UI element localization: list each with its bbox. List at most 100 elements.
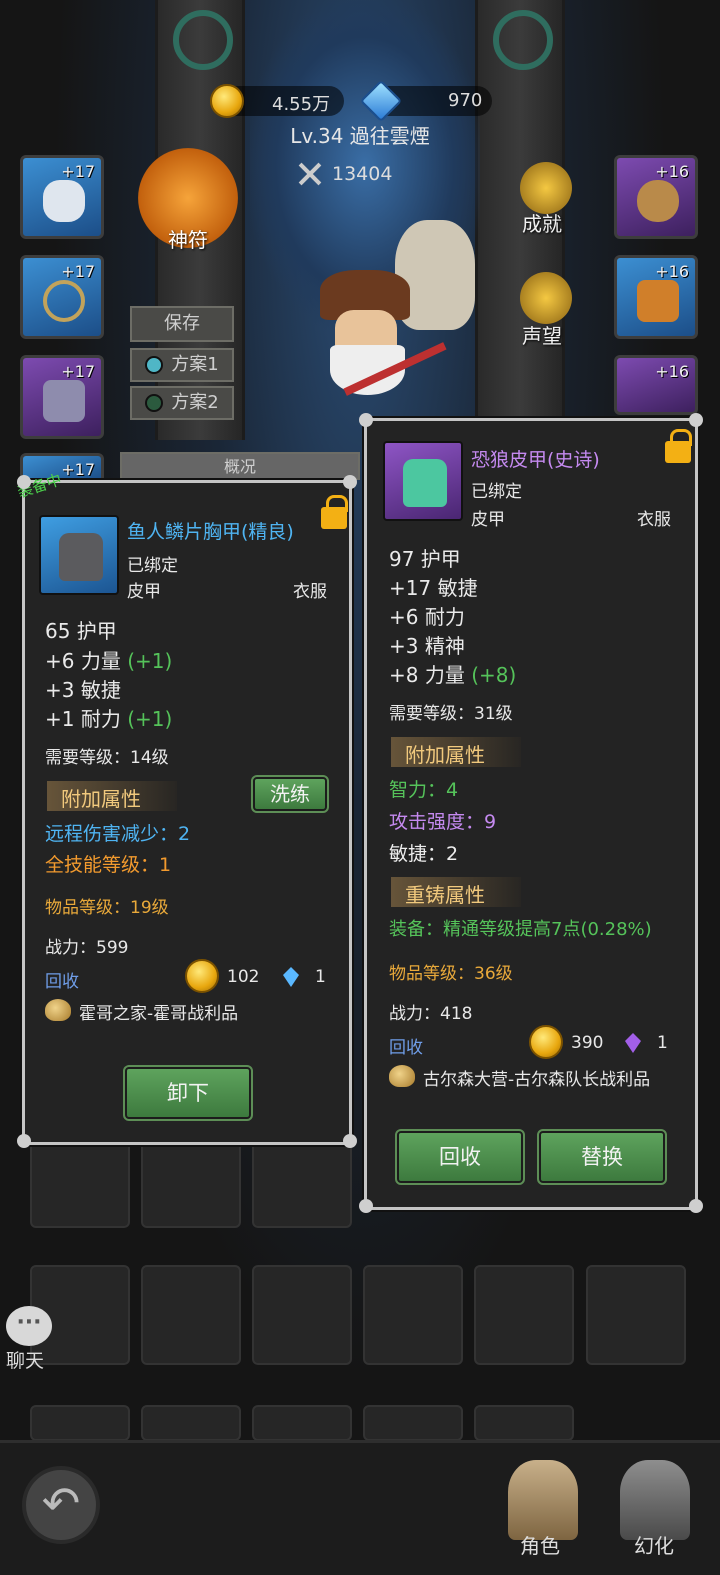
enhance-level: +16: [655, 362, 689, 381]
replace-button[interactable]: 替换: [537, 1129, 667, 1185]
crossed-swords-icon: [296, 160, 324, 188]
equip-slot-weapon[interactable]: +16: [614, 155, 698, 239]
player-level-name: Lv.34 過往雲煙: [290, 124, 430, 148]
radio-icon: [145, 356, 164, 374]
lock-icon[interactable]: [321, 495, 348, 529]
equip-slot-cloak[interactable]: +16: [614, 255, 698, 339]
equip-slot-helmet[interactable]: +17: [20, 155, 104, 239]
reputation-icon[interactable]: [520, 272, 572, 324]
shoulder-icon: [43, 380, 85, 422]
plan2-label: 方案2: [171, 392, 219, 413]
chat-bubble-icon[interactable]: [6, 1306, 52, 1346]
inventory-cell[interactable]: [363, 1405, 463, 1441]
hero-character: [290, 220, 475, 430]
inventory-cell[interactable]: [141, 1405, 241, 1441]
stat-line: +6 耐力: [389, 601, 465, 630]
radio-icon: [145, 394, 164, 412]
enhance-level: +16: [655, 262, 689, 281]
chest-armor-icon: [403, 459, 447, 507]
inventory-cell[interactable]: [586, 1265, 686, 1365]
card-corner: [359, 413, 373, 427]
item-level: 物品等级：19级: [45, 898, 169, 918]
unequip-button[interactable]: 卸下: [123, 1065, 253, 1121]
extra-attributes-title: 附加属性: [47, 781, 177, 811]
extra-attributes-title: 附加属性: [391, 737, 521, 767]
stat-base: +17 敏捷: [389, 576, 478, 600]
recycle-coins: 390: [571, 1033, 604, 1053]
gold-amount: 4.55万: [272, 94, 331, 115]
stat-bonus: (+1): [127, 649, 173, 673]
inventory-cell[interactable]: [474, 1265, 574, 1365]
stat-base: +3 敏捷: [45, 678, 121, 702]
card-corner: [17, 475, 31, 489]
recycle-link[interactable]: 回收: [45, 967, 79, 992]
extra-stat: 全技能等级：1: [45, 854, 172, 876]
refine-button[interactable]: 洗练: [251, 775, 329, 813]
item-name: 鱼人鳞片胸甲(精良): [127, 521, 294, 543]
enhance-level: +17: [61, 162, 95, 181]
plan1-option[interactable]: 方案1: [130, 348, 234, 382]
armor-value: 97 护甲: [389, 547, 461, 571]
equip-slot-type: 衣服: [637, 510, 671, 530]
armor-type: 皮甲: [471, 510, 505, 530]
transform-helmet-icon[interactable]: [620, 1460, 690, 1540]
rune-label: 神符: [168, 228, 208, 252]
diamond-icon: [625, 1033, 641, 1053]
bottom-nav: [0, 1440, 720, 1575]
stat-base: +8 力量: [389, 663, 465, 687]
equip-slot-type: 衣服: [293, 582, 327, 602]
save-button[interactable]: 保存: [130, 306, 234, 342]
achievement-label: 成就: [522, 212, 562, 236]
nav-character-label[interactable]: 角色: [520, 1530, 560, 1559]
item-power: 战力：599: [45, 938, 129, 958]
inventory-cell[interactable]: [363, 1265, 463, 1365]
inventory-cell[interactable]: [141, 1265, 241, 1365]
stat-base: +6 耐力: [389, 605, 465, 629]
rune-icon: [493, 10, 553, 70]
card-corner: [343, 475, 357, 489]
chat-label[interactable]: 聊天: [6, 1346, 44, 1373]
reputation-label: 声望: [522, 324, 562, 348]
recycle-button[interactable]: 回收: [395, 1129, 525, 1185]
recycle-link[interactable]: 回收: [389, 1033, 423, 1058]
achievement-icon[interactable]: [520, 162, 572, 214]
armor-type: 皮甲: [127, 582, 161, 602]
inventory-cell[interactable]: [30, 1405, 130, 1441]
cloak-icon: [637, 280, 679, 322]
item-icon: [39, 515, 119, 595]
stat-line: +3 精神: [389, 630, 465, 659]
enhance-level: +17: [61, 362, 95, 381]
recycle-gems: 1: [657, 1033, 668, 1053]
rune-button[interactable]: 神符: [138, 148, 238, 252]
inventory-cell[interactable]: [252, 1405, 352, 1441]
enhance-level: +17: [61, 262, 95, 281]
inventory-cell[interactable]: [474, 1405, 574, 1441]
extra-stat: 智力：4: [389, 779, 459, 801]
equip-slot-boots[interactable]: +16: [614, 355, 698, 415]
recycle-gems: 1: [315, 967, 326, 987]
item-name: 恐狼皮甲(史诗): [471, 449, 600, 471]
stat-line: +6 力量 (+1): [45, 645, 172, 674]
plan1-label: 方案1: [171, 354, 219, 375]
equip-slot-necklace[interactable]: +17: [20, 255, 104, 339]
plan2-option[interactable]: 方案2: [130, 386, 234, 420]
character-helmet-icon[interactable]: [508, 1460, 578, 1540]
card-corner: [689, 413, 703, 427]
extra-stat: 远程伤害减少：2: [45, 823, 191, 845]
lock-icon[interactable]: [665, 429, 692, 463]
tab-overview[interactable]: 概况: [120, 452, 360, 480]
enhance-level: +16: [655, 162, 689, 181]
equipped-item-card: 装备中 鱼人鳞片胸甲(精良) 已绑定 皮甲 衣服 65 护甲 +6 力量 (+1…: [15, 470, 357, 1148]
equip-slot-shoulder[interactable]: +17: [20, 355, 104, 439]
item-source: 古尔森大营-古尔森队长战利品: [423, 1070, 651, 1090]
back-arrow-icon[interactable]: [22, 1466, 100, 1544]
necklace-icon: [43, 280, 85, 322]
diamond-amount: 970: [448, 90, 483, 111]
combat-power-value: 13404: [332, 163, 393, 185]
required-level: 需要等级：31级: [389, 704, 513, 724]
nav-transform-label[interactable]: 幻化: [634, 1530, 674, 1559]
extra-stat: 敏捷：2: [389, 843, 459, 865]
inventory-cell[interactable]: [252, 1265, 352, 1365]
recycle-coins: 102: [227, 967, 260, 987]
stat-base: +3 精神: [389, 634, 465, 658]
